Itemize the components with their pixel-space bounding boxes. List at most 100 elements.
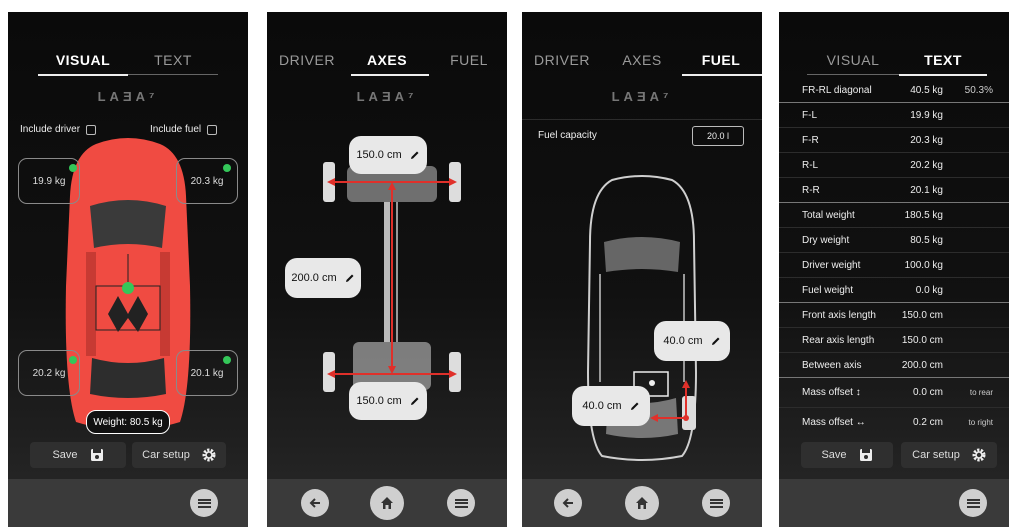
menu-icon <box>197 498 211 508</box>
car-setup-label: Car setup <box>142 449 190 461</box>
row-label: Fuel weight <box>802 285 854 296</box>
car-setup-button[interactable]: Car setup <box>132 442 226 468</box>
wheelbase-field[interactable]: 200.0 cm <box>285 258 361 298</box>
mass-offset-x-field[interactable]: 40.0 cm <box>572 386 650 426</box>
tab-fuel[interactable]: FUEL <box>682 52 760 68</box>
front-axis-length-field[interactable]: 150.0 cm <box>349 136 427 174</box>
checkbox-icon[interactable] <box>207 124 218 135</box>
gear-icon <box>202 448 216 462</box>
include-fuel-toggle[interactable]: Include fuel <box>150 124 218 135</box>
tab-bar: VISUAL TEXT <box>779 52 1009 78</box>
tab-indicator <box>38 74 128 76</box>
menu-icon <box>709 498 723 508</box>
table-row: Front axis length 150.0 cm <box>779 303 1009 328</box>
edit-icon <box>410 397 419 405</box>
table-row: Mass offset ↕ 0.0 cm to rear <box>779 378 1009 408</box>
status-dot <box>223 356 231 364</box>
tab-axes[interactable]: AXES <box>616 52 668 68</box>
row-extra: to right <box>968 418 993 427</box>
back-icon <box>562 498 573 508</box>
back-button[interactable] <box>554 489 582 517</box>
tab-indicator <box>682 74 762 76</box>
row-value: 0.2 cm <box>912 417 943 428</box>
row-label: Mass offset ↔ <box>802 417 866 428</box>
tab-divider <box>807 74 899 75</box>
tab-driver[interactable]: DRIVER <box>532 52 592 68</box>
row-value: 20.1 kg <box>910 185 943 196</box>
home-button[interactable] <box>625 486 659 520</box>
tab-text[interactable]: TEXT <box>133 52 213 68</box>
brand-logo: LAƎA⁷ <box>356 89 418 104</box>
front-axis-value: 150.0 cm <box>356 149 402 161</box>
bottom-nav <box>267 479 507 527</box>
row-label: Mass offset ↕ <box>802 387 861 398</box>
row-label: R-R <box>802 185 820 196</box>
menu-button[interactable] <box>190 489 218 517</box>
tab-text[interactable]: TEXT <box>899 52 987 68</box>
brand-logo: LAƎA⁷ <box>97 89 159 104</box>
table-row: Dry weight 80.5 kg <box>779 228 1009 253</box>
home-icon <box>636 497 648 509</box>
tab-divider <box>128 74 218 75</box>
tab-indicator <box>351 74 429 76</box>
table-row: F-R 20.3 kg <box>779 128 1009 153</box>
save-button[interactable]: Save <box>801 442 893 468</box>
tab-axes[interactable]: AXES <box>351 52 423 68</box>
include-driver-toggle[interactable]: Include driver <box>20 124 97 135</box>
fuel-capacity-label: Fuel capacity <box>538 130 597 141</box>
bottom-nav <box>522 479 762 527</box>
include-driver-label: Include driver <box>20 124 81 135</box>
row-value: 150.0 cm <box>901 310 943 321</box>
checkbox-icon[interactable] <box>86 124 97 135</box>
fuel-screen: DRIVER AXES FUEL LAƎA⁷ Fuel capacity 20.… <box>522 12 762 527</box>
mass-offset-y-field[interactable]: 40.0 cm <box>654 321 730 361</box>
menu-button[interactable] <box>959 489 987 517</box>
status-dot <box>223 164 231 172</box>
menu-button[interactable] <box>447 489 475 517</box>
status-dot <box>69 356 77 364</box>
tab-visual[interactable]: VISUAL <box>807 52 899 68</box>
tab-bar: VISUAL TEXT <box>8 52 248 78</box>
save-label: Save <box>52 449 78 461</box>
car-setup-label: Car setup <box>912 449 960 461</box>
bottom-nav <box>779 479 1009 527</box>
row-label: F-R <box>802 135 819 146</box>
tab-driver[interactable]: DRIVER <box>279 52 335 68</box>
tab-fuel[interactable]: FUEL <box>443 52 495 68</box>
bottom-nav <box>8 479 248 527</box>
save-icon <box>90 449 103 461</box>
tab-bar: DRIVER AXES FUEL <box>267 52 507 78</box>
car-setup-button[interactable]: Car setup <box>901 442 997 468</box>
fuel-capacity-input[interactable]: 20.0 l <box>692 126 744 146</box>
edit-icon <box>410 151 419 159</box>
row-value: 20.3 kg <box>910 135 943 146</box>
table-row: Fuel weight 0.0 kg <box>779 278 1009 303</box>
row-label: R-L <box>802 160 819 171</box>
table-row: F-L 19.9 kg <box>779 103 1009 128</box>
row-label: F-L <box>802 110 817 121</box>
save-label: Save <box>821 449 847 461</box>
tab-visual[interactable]: VISUAL <box>38 52 128 68</box>
gear-icon <box>972 448 986 462</box>
menu-icon <box>454 498 468 508</box>
menu-button[interactable] <box>702 489 730 517</box>
axes-screen: DRIVER AXES FUEL LAƎA⁷ 150.0 cm 200.0 cm… <box>267 12 507 527</box>
rear-axis-length-field[interactable]: 150.0 cm <box>349 382 427 420</box>
row-label: Total weight <box>802 210 855 221</box>
save-button[interactable]: Save <box>30 442 126 468</box>
row-value: 150.0 cm <box>901 335 943 346</box>
back-button[interactable] <box>301 489 329 517</box>
table-row: FR-RL diagonal 40.5 kg 50.3% <box>779 78 1009 103</box>
row-value: 20.2 kg <box>910 160 943 171</box>
home-button[interactable] <box>370 486 404 520</box>
include-fuel-label: Include fuel <box>150 124 202 135</box>
row-value: 0.0 kg <box>915 285 943 296</box>
table-row: Rear axis length 150.0 cm <box>779 328 1009 353</box>
row-label: Driver weight <box>802 260 861 271</box>
visual-screen: VISUAL TEXT LAƎA⁷ Include driver Include… <box>8 12 248 527</box>
brand-logo: LAƎA⁷ <box>611 89 673 104</box>
row-value: 80.5 kg <box>910 235 943 246</box>
status-dot <box>69 164 77 172</box>
row-value: 0.0 cm <box>912 387 943 398</box>
table-row: R-R 20.1 kg <box>779 178 1009 203</box>
